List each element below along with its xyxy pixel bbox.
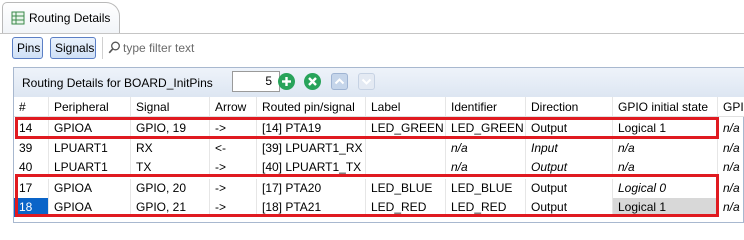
filter-box xyxy=(102,37,742,59)
column-header-peripheral[interactable]: Peripheral xyxy=(49,97,131,116)
cell-peripheral: GPIOA xyxy=(49,119,131,138)
cell-identifier[interactable]: n/a xyxy=(446,139,526,158)
cell-label[interactable] xyxy=(366,158,446,177)
cell-identifier[interactable]: LED_RED xyxy=(446,198,526,217)
cell-peripheral: GPIOA xyxy=(49,198,131,217)
column-header-direction[interactable]: Direction xyxy=(526,97,613,116)
cell-label[interactable]: LED_RED xyxy=(366,198,446,217)
toolbar: Pins Signals xyxy=(0,34,744,60)
cell-arrow: <- xyxy=(210,139,257,158)
chevron-up-icon xyxy=(334,78,345,85)
chevron-down-icon xyxy=(361,78,372,85)
cell-arrow: -> xyxy=(210,158,257,177)
table-row[interactable]: 39 LPUART1 RX <- [39] LPUART1_RX n/a Inp… xyxy=(14,139,744,158)
view-tab-bar: Routing Details xyxy=(0,0,744,34)
cell-gpio: n/a xyxy=(723,141,740,155)
cell-gpio: n/a xyxy=(723,160,740,174)
routing-details-panel: Routing Details for BOARD_InitPins 5 # P… xyxy=(13,67,744,223)
row-count-field[interactable]: 5 xyxy=(232,71,280,92)
cell-direction[interactable]: Input xyxy=(526,139,613,158)
cell-signal: RX xyxy=(131,139,210,158)
cell-direction[interactable]: Output xyxy=(526,198,613,217)
cell-identifier[interactable]: LED_GREEN xyxy=(446,119,526,138)
cell-gpio-initial-state[interactable]: Logical 1 xyxy=(613,119,718,138)
routing-table-icon xyxy=(11,11,25,25)
cell-arrow: -> xyxy=(210,119,257,138)
table-header: # Peripheral Signal Arrow Routed pin/sig… xyxy=(14,97,744,117)
cell-signal: GPIO, 19 xyxy=(131,119,210,138)
cell-signal: TX xyxy=(131,158,210,177)
cell-number: 40 xyxy=(14,158,49,177)
column-header-identifier[interactable]: Identifier xyxy=(446,97,526,116)
column-header-signal[interactable]: Signal xyxy=(131,97,210,116)
cell-arrow: -> xyxy=(210,179,257,198)
plus-icon xyxy=(282,77,291,86)
cell-arrow: -> xyxy=(210,198,257,217)
cell-peripheral: LPUART1 xyxy=(49,158,131,177)
tab-label: Routing Details xyxy=(29,11,111,25)
cell-signal: GPIO, 20 xyxy=(131,179,210,198)
cell-routed-pin[interactable]: [17] PTA20 xyxy=(257,179,366,198)
cell-gpio-initial-state[interactable]: n/a xyxy=(613,158,718,177)
search-icon xyxy=(108,41,120,54)
panel-header: Routing Details for BOARD_InitPins 5 xyxy=(14,68,744,97)
signals-toggle-button[interactable]: Signals xyxy=(50,37,96,59)
cell-number: 14 xyxy=(14,119,49,138)
cell-label[interactable] xyxy=(366,139,446,158)
cell-gpio: n/a xyxy=(723,121,740,135)
add-row-button[interactable] xyxy=(278,73,295,90)
column-header-gpio-initial-state[interactable]: GPIO initial state xyxy=(613,97,718,116)
cell-peripheral: GPIOA xyxy=(49,179,131,198)
cell-label[interactable]: LED_BLUE xyxy=(366,179,446,198)
table-row-selected[interactable]: 18 GPIOA GPIO, 21 -> [18] PTA21 LED_RED … xyxy=(14,198,744,217)
close-icon xyxy=(308,77,317,86)
remove-row-button[interactable] xyxy=(304,73,321,90)
filter-input[interactable] xyxy=(123,38,723,57)
cell-number: 18 xyxy=(14,198,49,217)
cell-routed-pin[interactable]: [39] LPUART1_RX xyxy=(257,139,366,158)
cell-direction[interactable]: Output xyxy=(526,179,613,198)
cell-direction[interactable]: Output xyxy=(526,119,613,138)
cell-routed-pin[interactable]: [18] PTA21 xyxy=(257,198,366,217)
cell-number: 39 xyxy=(14,139,49,158)
panel-title: Routing Details for BOARD_InitPins xyxy=(22,76,213,90)
column-header-arrow[interactable]: Arrow xyxy=(210,97,257,116)
column-header-number[interactable]: # xyxy=(14,97,49,116)
cell-gpio-initial-state[interactable]: n/a xyxy=(613,139,718,158)
cell-routed-pin[interactable]: [14] PTA19 xyxy=(257,119,366,138)
cell-label[interactable]: LED_GREEN xyxy=(366,119,446,138)
table-row[interactable]: 17 GPIOA GPIO, 20 -> [17] PTA20 LED_BLUE… xyxy=(14,179,744,198)
cell-direction[interactable]: Output xyxy=(526,158,613,177)
cell-gpio: n/a xyxy=(723,200,740,214)
table-row[interactable]: 14 GPIOA GPIO, 19 -> [14] PTA19 LED_GREE… xyxy=(14,119,744,138)
table-row[interactable]: 40 LPUART1 TX -> [40] LPUART1_TX n/a Out… xyxy=(14,158,744,177)
column-header-routed-pin[interactable]: Routed pin/signal xyxy=(257,97,366,116)
cell-gpio-initial-state[interactable]: Logical 0 xyxy=(613,179,718,198)
column-header-label[interactable]: Label xyxy=(366,97,446,116)
move-down-button[interactable] xyxy=(358,73,375,90)
cell-gpio: n/a xyxy=(723,181,740,195)
cell-identifier[interactable]: LED_BLUE xyxy=(446,179,526,198)
tab-routing-details[interactable]: Routing Details xyxy=(2,2,120,34)
column-header-gpio[interactable]: GPIO xyxy=(718,97,744,116)
pins-toggle-button[interactable]: Pins xyxy=(12,37,43,59)
cell-peripheral: LPUART1 xyxy=(49,139,131,158)
cell-number: 17 xyxy=(14,179,49,198)
cell-routed-pin[interactable]: [40] LPUART1_TX xyxy=(257,158,366,177)
cell-signal: GPIO, 21 xyxy=(131,198,210,217)
cell-gpio-initial-state[interactable]: Logical 1 xyxy=(613,198,718,217)
cell-identifier[interactable]: n/a xyxy=(446,158,526,177)
move-up-button[interactable] xyxy=(331,73,348,90)
